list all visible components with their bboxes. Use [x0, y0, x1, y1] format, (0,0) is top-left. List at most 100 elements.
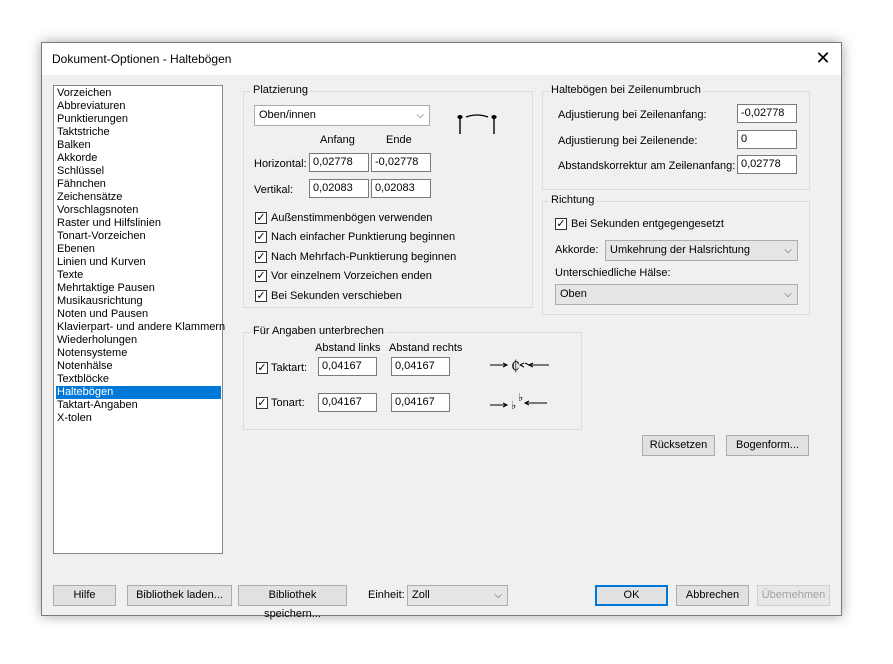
sidebar-item[interactable]: Haltebögen	[56, 386, 221, 399]
col-ende-label: Ende	[386, 134, 412, 146]
sidebar-item[interactable]: Vorzeichen	[56, 87, 221, 100]
chevron-down-icon: ⌵	[784, 289, 792, 300]
vertikal-ende-input[interactable]: 0,02083	[371, 179, 431, 198]
mehrfach-punktierung-checkbox[interactable]: ✓	[255, 251, 267, 263]
mehrfach-punktierung-label: Nach Mehrfach-Punktierung beginnen	[271, 251, 457, 263]
unterbrechen-label: Für Angaben unterbrechen	[251, 325, 386, 337]
sidebar-item[interactable]: Akkorde	[56, 152, 221, 165]
sidebar-item[interactable]: Notenhälse	[56, 360, 221, 373]
richtung-group: Richtung ✓ Bei Sekunden entgegengesetzt …	[542, 194, 810, 315]
akkorde-label: Akkorde:	[555, 244, 599, 256]
sekunden-verschieben-checkbox[interactable]: ✓	[255, 290, 267, 302]
sidebar-item[interactable]: Raster und Hilfslinien	[56, 217, 221, 230]
sidebar-item[interactable]: Ebenen	[56, 243, 221, 256]
uebernehmen-button[interactable]: Übernehmen	[757, 585, 830, 606]
taktart-rechts-input[interactable]: 0,04167	[391, 357, 450, 376]
zeilenumbruch-group: Haltebögen bei Zeilenumbruch Adjustierun…	[542, 84, 810, 190]
aussenstimmen-label: Außenstimmenbögen verwenden	[271, 212, 433, 224]
sidebar-item[interactable]: Schlüssel	[56, 165, 221, 178]
chevron-down-icon: ⌵	[784, 245, 792, 256]
title-bar: Dokument-Optionen - Haltebögen ✕	[42, 43, 841, 75]
sekunden-entgegengesetzt-checkbox[interactable]: ✓	[555, 218, 567, 230]
taktart-checkbox[interactable]: ✓	[256, 362, 268, 374]
sidebar-item[interactable]: Fähnchen	[56, 178, 221, 191]
window-title: Dokument-Optionen - Haltebögen	[52, 52, 232, 66]
hilfe-button[interactable]: Hilfe	[53, 585, 116, 606]
haelse-select-value: Oben	[560, 288, 587, 300]
sidebar-item[interactable]: Vorschlagsnoten	[56, 204, 221, 217]
chevron-down-icon: ⌵	[494, 590, 502, 601]
horizontal-anfang-input[interactable]: 0,02778	[309, 153, 369, 172]
abstand-links-label: Abstand links	[315, 342, 381, 354]
zeilenanfang-label: Adjustierung bei Zeilenanfang:	[558, 109, 707, 121]
sekunden-verschieben-label: Bei Sekunden verschieben	[271, 290, 402, 302]
zeilenanfang-input[interactable]: -0,02778	[737, 104, 797, 123]
einfache-punktierung-checkbox[interactable]: ✓	[255, 231, 267, 243]
close-icon[interactable]: ✕	[811, 47, 835, 71]
sidebar-item[interactable]: Zeichensätze	[56, 191, 221, 204]
vorzeichen-enden-checkbox[interactable]: ✓	[255, 270, 267, 282]
einheit-select[interactable]: Zoll ⌵	[407, 585, 508, 606]
vertikal-label: Vertikal:	[254, 184, 294, 196]
horizontal-label: Horizontal:	[254, 158, 307, 170]
col-anfang-label: Anfang	[320, 134, 355, 146]
unterbrechen-group: Für Angaben unterbrechen Abstand links A…	[243, 325, 582, 430]
bogenform-button[interactable]: Bogenform...	[726, 435, 809, 456]
akkorde-select[interactable]: Umkehrung der Halsrichtung ⌵	[605, 240, 798, 261]
sidebar-item[interactable]: Textblöcke	[56, 373, 221, 386]
sidebar-item[interactable]: Taktart-Angaben	[56, 399, 221, 412]
chevron-down-icon: ⌵	[416, 110, 424, 121]
taktart-preview-icon: ₵	[490, 358, 549, 374]
vorzeichen-enden-label: Vor einzelnem Vorzeichen enden	[271, 270, 432, 282]
sidebar-item[interactable]: Tonart-Vorzeichen	[56, 230, 221, 243]
sekunden-entgegengesetzt-label: Bei Sekunden entgegengesetzt	[571, 218, 724, 230]
sidebar-item[interactable]: Mehrtaktige Pausen	[56, 282, 221, 295]
einfache-punktierung-label: Nach einfacher Punktierung beginnen	[271, 231, 456, 243]
zeilenende-input[interactable]: 0	[737, 130, 797, 149]
sidebar-item[interactable]: Noten und Pausen	[56, 308, 221, 321]
sidebar-item[interactable]: Texte	[56, 269, 221, 282]
platzierung-label: Platzierung	[251, 84, 311, 96]
ruecksetzen-button[interactable]: Rücksetzen	[642, 435, 715, 456]
tonart-links-input[interactable]: 0,04167	[318, 393, 377, 412]
ok-button[interactable]: OK	[595, 585, 668, 606]
haelse-select[interactable]: Oben ⌵	[555, 284, 798, 305]
sidebar-item[interactable]: Taktstriche	[56, 126, 221, 139]
sidebar-item[interactable]: X-tolen	[56, 412, 221, 425]
vertikal-anfang-input[interactable]: 0,02083	[309, 179, 369, 198]
tonart-checkbox[interactable]: ✓	[256, 397, 268, 409]
richtung-label: Richtung	[549, 194, 597, 206]
sidebar-item[interactable]: Linien und Kurven	[56, 256, 221, 269]
sidebar-item[interactable]: Notensysteme	[56, 347, 221, 360]
tie-preview-icon	[457, 114, 497, 134]
abstand-rechts-label: Abstand rechts	[389, 342, 463, 354]
svg-text:₵: ₵	[511, 358, 520, 374]
taktart-links-input[interactable]: 0,04167	[318, 357, 377, 376]
category-list[interactable]: Vorzeichen Abbreviaturen Punktierungen Takt…	[53, 85, 225, 554]
platzierung-group: Platzierung Oben/innen ⌵ Anfang Ende Hor…	[243, 84, 533, 308]
bibliothek-laden-button[interactable]: Bibliothek laden...	[127, 585, 232, 606]
tonart-preview-icon: ♭ ♭	[490, 391, 547, 412]
horizontal-ende-input[interactable]: -0,02778	[371, 153, 431, 172]
taktart-label: Taktart:	[271, 362, 308, 374]
tonart-label: Tonart:	[271, 397, 305, 409]
svg-text:♭: ♭	[511, 399, 516, 412]
platzierung-select[interactable]: Oben/innen ⌵	[254, 105, 430, 126]
sidebar-item[interactable]: Musikausrichtung	[56, 295, 221, 308]
sidebar-item[interactable]: Punktierungen	[56, 113, 221, 126]
sidebar-item[interactable]: Klavierpart- und andere Klammern	[56, 321, 225, 334]
abstandskorrektur-input[interactable]: 0,02778	[737, 155, 797, 174]
haelse-label: Unterschiedliche Hälse:	[555, 267, 671, 279]
tonart-rechts-input[interactable]: 0,04167	[391, 393, 450, 412]
abbrechen-button[interactable]: Abbrechen	[676, 585, 749, 606]
svg-text:♭: ♭	[518, 391, 523, 404]
bibliothek-speichern-button[interactable]: Bibliothek speichern...	[238, 585, 347, 620]
sidebar-item[interactable]: Wiederholungen	[56, 334, 221, 347]
zeilenumbruch-label: Haltebögen bei Zeilenumbruch	[549, 84, 703, 96]
aussenstimmen-checkbox[interactable]: ✓	[255, 212, 267, 224]
sidebar-item[interactable]: Balken	[56, 139, 221, 152]
einheit-label: Einheit:	[368, 589, 405, 601]
sidebar-item[interactable]: Abbreviaturen	[56, 100, 221, 113]
options-dialog: Dokument-Optionen - Haltebögen ✕ Vorzeic…	[41, 42, 842, 620]
abstandskorrektur-label: Abstandskorrektur am Zeilenanfang:	[558, 160, 736, 172]
